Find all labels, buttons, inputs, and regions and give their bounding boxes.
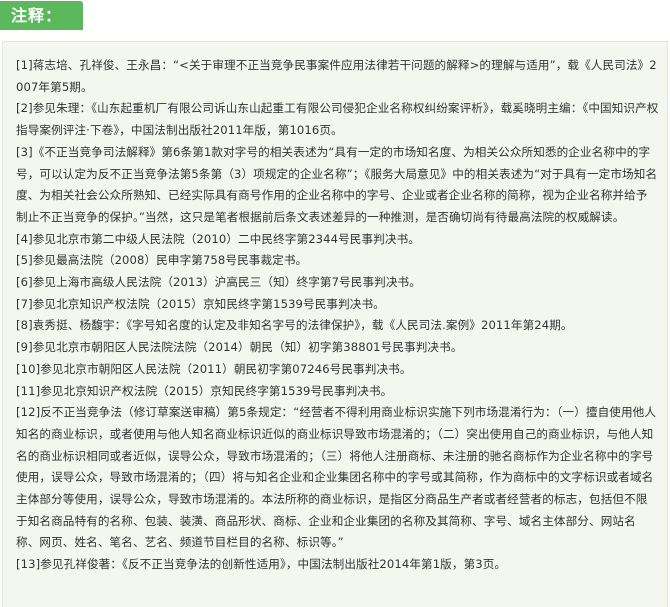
note-item-7: [7]参见北京知识产权法院（2015）京知民终字第1539号民事判决书。 xyxy=(16,296,385,311)
note-item-9: [9]参见北京市朝阳区人民法院法院（2014）朝民（知）初字第38801号民事判… xyxy=(16,340,463,355)
note-item-2: [2]参见朱理：《山东起重机厂有限公司诉山东山起重工有限公司侵犯企业名称权纠纷案… xyxy=(16,101,659,138)
note-item-13: [13]参见孔祥俊著：《反不正当竞争法的创新性适用》，中国法制出版社2014年第… xyxy=(16,557,507,572)
notes-header: 注释： xyxy=(0,0,670,30)
notes-title: 注释： xyxy=(0,1,83,30)
note-item-10: [10]参见北京市朝阳区人民法院（2011）朝民初字第07246号民事判决书。 xyxy=(16,361,412,376)
note-item-5: [5]参见最高法院（2008）民申字第758号民事裁定书。 xyxy=(16,253,308,268)
note-item-3: [3]《不正当竞争司法解释》第6条第1款对字号的相关表述为“具有一定的市场知名度… xyxy=(16,144,658,224)
note-item-6: [6]参见上海市高级人民法院（2013）沪高民三（知）终字第7号民事判决书。 xyxy=(16,275,421,290)
note-item-12: [12]反不正当竞争法（修订草案送审稿）第5条规定：“经营者不得利用商业标识实施… xyxy=(16,405,657,550)
notes-list: [1]蒋志培、孔祥俊、王永昌：“<关于审理不正当竞争民事案件应用法律若干问题的解… xyxy=(16,55,659,576)
note-item-11: [11]参见北京知识产权法院（2015）京知民终字第1539号民事判决书。 xyxy=(16,383,393,398)
note-item-4: [4]参见北京市第二中级人民法院（2010）二中民终字第2344号民事判决书。 xyxy=(16,231,420,246)
note-item-1: [1]蒋志培、孔祥俊、王永昌：“<关于审理不正当竞争民事案件应用法律若干问题的解… xyxy=(16,58,657,94)
note-item-8: [8]袁秀挺、杨馥宇：《字号知名度的认定及非知名字号的法律保护》，载《人民司法.… xyxy=(16,318,573,333)
